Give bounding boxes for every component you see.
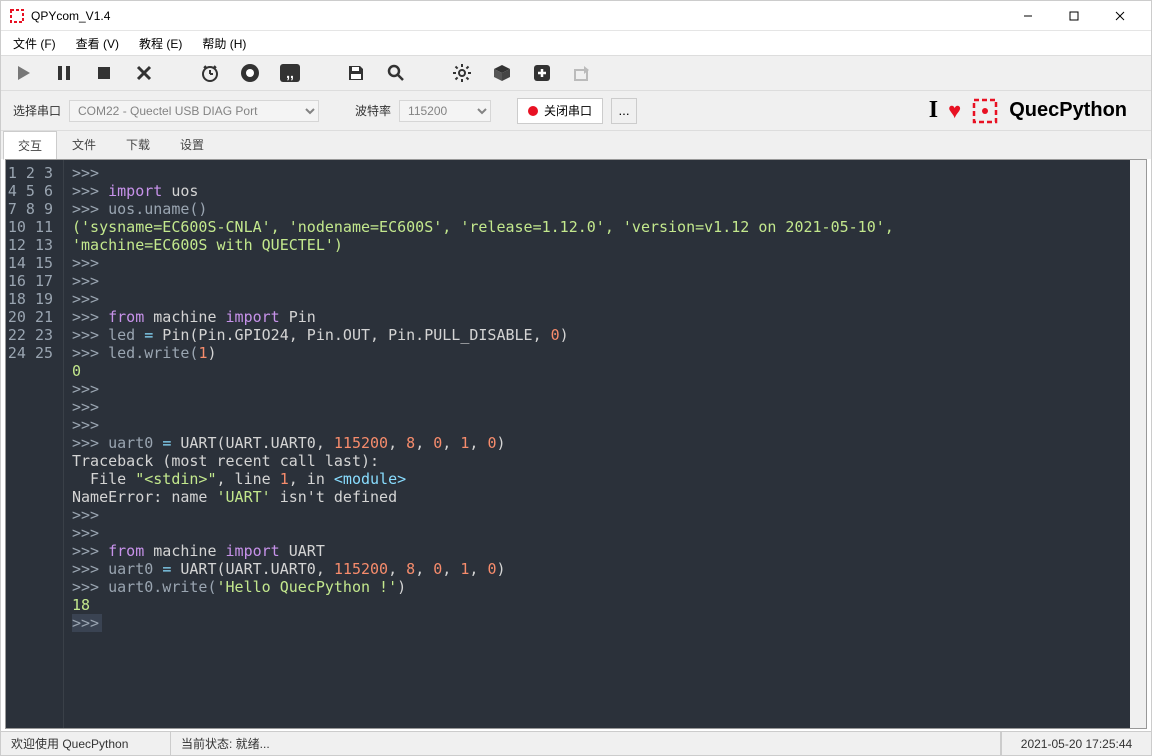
close-port-button[interactable]: 关闭串口 — [517, 98, 603, 124]
statusbar: 欢迎使用 QuecPython 当前状态: 就绪... 2021-05-20 1… — [1, 731, 1151, 755]
stop-icon[interactable] — [93, 62, 115, 84]
minimize-button[interactable] — [1005, 1, 1051, 31]
app-window: QPYcom_V1.4 文件 (F) 查看 (V) 教程 (E) 帮助 (H) … — [0, 0, 1152, 756]
menu-file[interactable]: 文件 (F) — [9, 33, 60, 54]
baud-label: 波特率 — [355, 102, 391, 119]
quecpython-logo-icon — [971, 97, 999, 125]
tab-interact[interactable]: 交互 — [3, 131, 57, 160]
circle-icon[interactable] — [239, 62, 261, 84]
menubar: 文件 (F) 查看 (V) 教程 (E) 帮助 (H) — [1, 31, 1151, 55]
cube-icon[interactable] — [491, 62, 513, 84]
close-port-label: 关闭串口 — [544, 102, 592, 119]
code-area[interactable]: >>> >>> import uos >>> uos.uname() ('sys… — [64, 160, 1130, 728]
brand: I ♥ QuecPython — [929, 97, 1139, 125]
port-label: 选择串口 — [13, 102, 61, 119]
brand-text: QuecPython — [1009, 99, 1127, 122]
play-icon[interactable] — [13, 62, 35, 84]
brand-i: I — [929, 97, 938, 124]
menu-tutorial[interactable]: 教程 (E) — [135, 33, 186, 54]
line-gutter: 1 2 3 4 5 6 7 8 9 10 11 12 13 14 15 16 1… — [6, 160, 64, 728]
status-time: 2021-05-20 17:25:44 — [1001, 732, 1151, 755]
maximize-button[interactable] — [1051, 1, 1097, 31]
gear-icon[interactable] — [451, 62, 473, 84]
save-icon[interactable] — [345, 62, 367, 84]
close-button[interactable] — [1097, 1, 1143, 31]
port-select[interactable]: COM22 - Quectel USB DIAG Port — [69, 100, 319, 122]
window-controls — [1005, 1, 1143, 31]
editor[interactable]: 1 2 3 4 5 6 7 8 9 10 11 12 13 14 15 16 1… — [5, 159, 1147, 729]
tab-settings[interactable]: 设置 — [165, 130, 219, 159]
status-welcome: 欢迎使用 QuecPython — [1, 732, 171, 755]
app-icon — [9, 8, 25, 24]
more-button[interactable]: ... — [611, 98, 637, 124]
connection-bar: 选择串口 COM22 - Quectel USB DIAG Port 波特率 1… — [1, 91, 1151, 131]
heart-icon: ♥ — [948, 98, 961, 124]
search-icon[interactable] — [385, 62, 407, 84]
tab-file[interactable]: 文件 — [57, 130, 111, 159]
record-dot-icon — [528, 106, 538, 116]
pause-icon[interactable] — [53, 62, 75, 84]
scrollbar[interactable] — [1130, 160, 1146, 728]
toolbar: ,, — [1, 55, 1151, 91]
tab-bar: 交互 文件 下载 设置 — [1, 131, 1151, 159]
share-icon[interactable] — [571, 62, 593, 84]
window-title: QPYcom_V1.4 — [31, 9, 1005, 23]
quote-icon[interactable]: ,, — [279, 62, 301, 84]
clock-icon[interactable] — [199, 62, 221, 84]
menu-help[interactable]: 帮助 (H) — [198, 33, 250, 54]
svg-text:,,: ,, — [286, 65, 294, 81]
cancel-icon[interactable] — [133, 62, 155, 84]
titlebar: QPYcom_V1.4 — [1, 1, 1151, 31]
menu-view[interactable]: 查看 (V) — [72, 33, 123, 54]
status-state: 当前状态: 就绪... — [171, 732, 1001, 755]
tab-download[interactable]: 下载 — [111, 130, 165, 159]
plus-icon[interactable] — [531, 62, 553, 84]
baud-select[interactable]: 115200 — [399, 100, 491, 122]
